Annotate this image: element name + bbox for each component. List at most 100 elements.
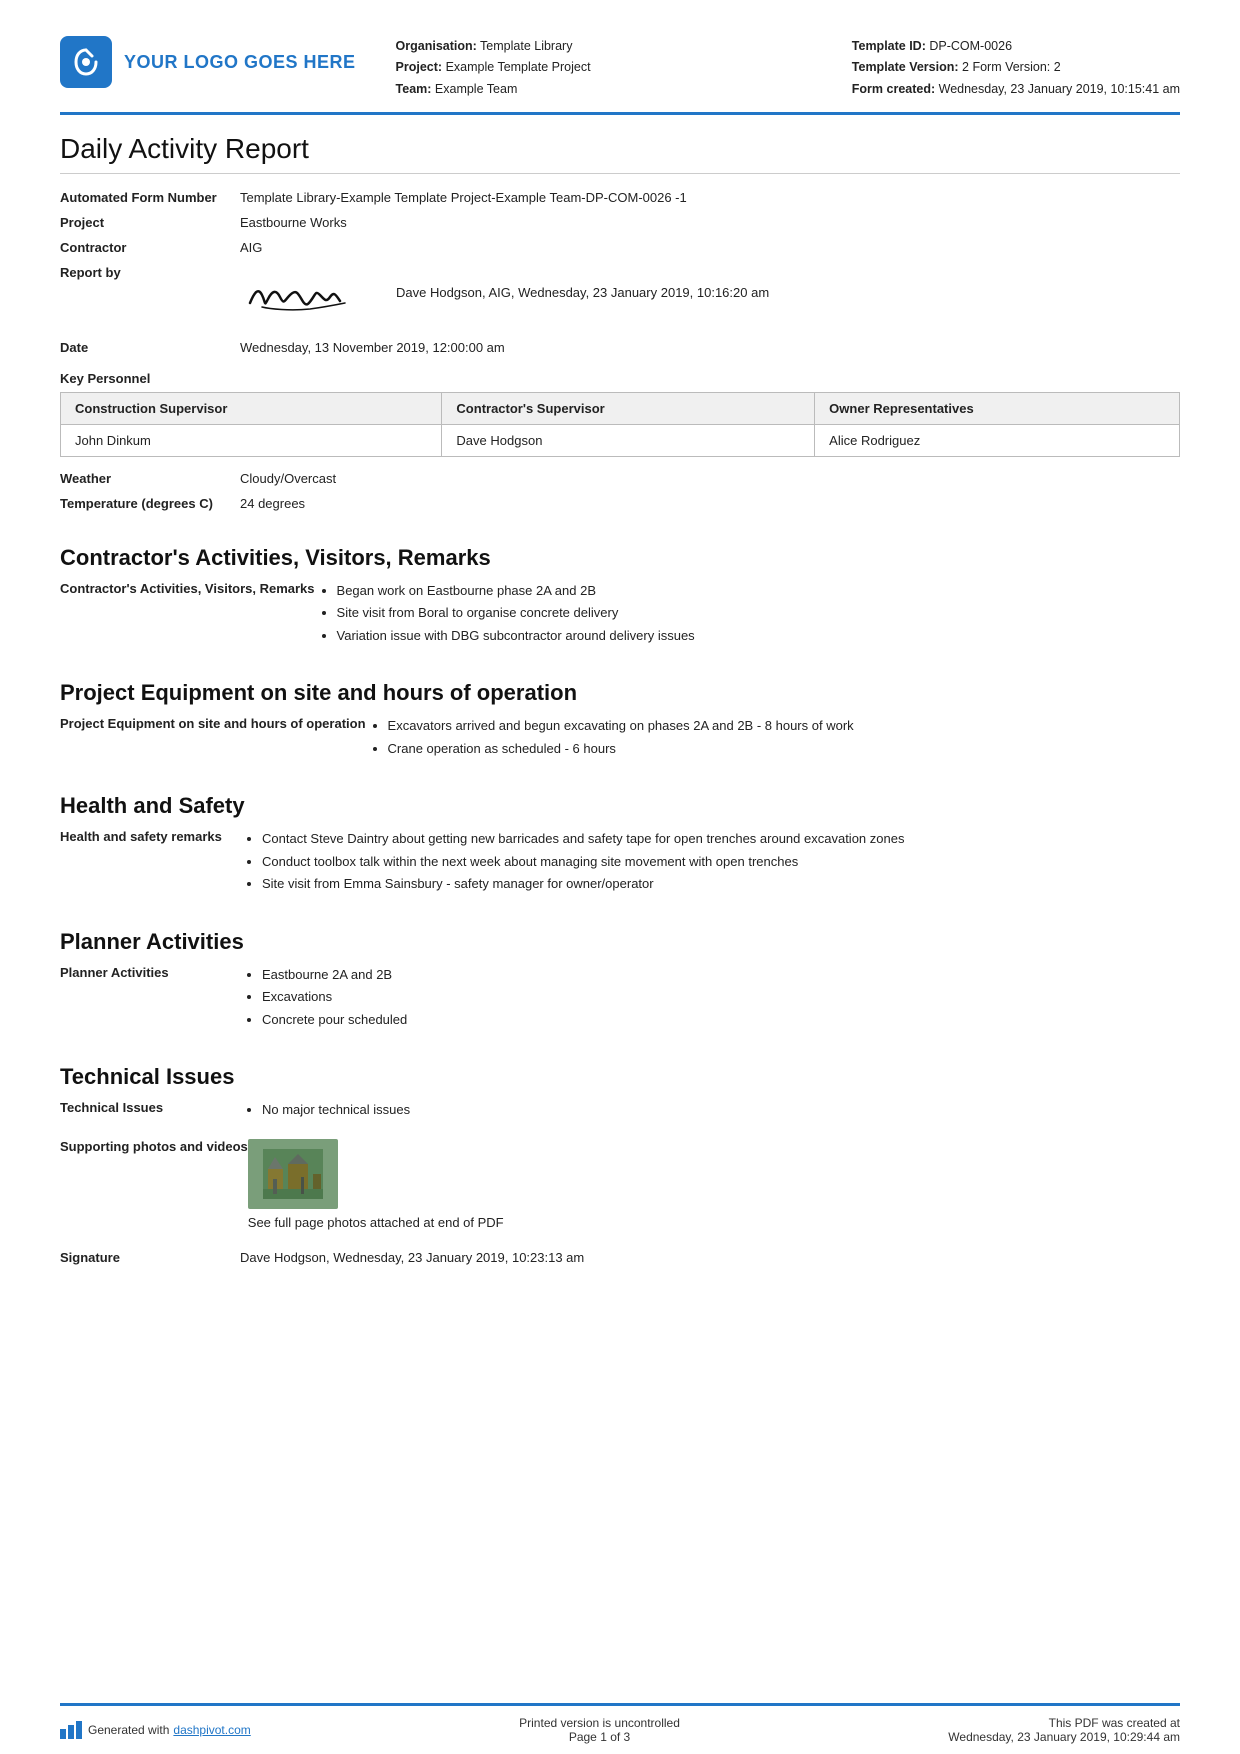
weather-row: Weather Cloudy/Overcast [60,471,1180,486]
template-id-label: Template ID: [852,39,926,53]
supporting-photos-value: See full page photos attached at end of … [248,1139,1180,1230]
logo-text: YOUR LOGO GOES HERE [124,52,356,73]
supporting-photos-caption: See full page photos attached at end of … [248,1215,1180,1230]
personnel-row: John Dinkum Dave Hodgson Alice Rodriguez [61,424,1180,456]
contractors-activities-row: Contractor's Activities, Visitors, Remar… [60,581,1180,649]
page: YOUR LOGO GOES HERE Organisation: Templa… [0,0,1240,1754]
signature-image [240,265,380,320]
footer-center: Printed version is uncontrolled Page 1 o… [519,1716,680,1744]
bar3 [76,1721,82,1739]
construction-supervisor-value: John Dinkum [61,424,442,456]
dashpivot-logo-icon [60,1721,84,1739]
logo-icon [60,36,112,88]
contractor-value: AIG [240,240,1180,255]
header-meta: Organisation: Template Library Project: … [396,36,852,100]
template-id-value: DP-COM-0026 [929,39,1012,53]
list-item: Contact Steve Daintry about getting new … [262,829,1180,849]
signature-value: Dave Hodgson, Wednesday, 23 January 2019… [240,1250,1180,1265]
date-value: Wednesday, 13 November 2019, 12:00:00 am [240,340,1180,355]
list-item: Eastbourne 2A and 2B [262,965,1180,985]
project-equipment-row: Project Equipment on site and hours of o… [60,716,1180,761]
form-created-label: Form created: [852,82,935,96]
project-field-value: Eastbourne Works [240,215,1180,230]
automated-form-number-value: Template Library-Example Template Projec… [240,190,1180,205]
generated-text: Generated with [88,1723,169,1737]
supporting-photos-row: Supporting photos and videos See full pa… [60,1139,1180,1230]
report-by-value: Dave Hodgson, AIG, Wednesday, 23 January… [240,265,1180,320]
footer-right: This PDF was created at Wednesday, 23 Ja… [948,1716,1180,1744]
header: YOUR LOGO GOES HERE Organisation: Templa… [60,36,1180,115]
contractors-activities-list: Began work on Eastbourne phase 2A and 2B… [315,581,1180,649]
report-title: Daily Activity Report [60,133,1180,174]
org-value: Template Library [480,39,572,53]
list-item: Site visit from Boral to organise concre… [337,603,1180,623]
footer: Generated with dashpivot.com Printed ver… [60,1703,1180,1754]
bar2 [68,1725,74,1739]
health-safety-heading: Health and Safety [60,793,1180,819]
project-label: Project: [396,60,443,74]
weather-value: Cloudy/Overcast [240,471,1180,486]
temperature-label: Temperature (degrees C) [60,496,240,511]
team-value: Example Team [435,82,517,96]
pdf-created-date: Wednesday, 23 January 2019, 10:29:44 am [948,1730,1180,1744]
pdf-created-text: This PDF was created at [948,1716,1180,1730]
health-safety-list: Contact Steve Daintry about getting new … [240,829,1180,897]
signature-area: Dave Hodgson, AIG, Wednesday, 23 January… [240,265,1180,320]
list-item: Conduct toolbox talk within the next wee… [262,852,1180,872]
date-row: Date Wednesday, 13 November 2019, 12:00:… [60,340,1180,355]
contractor-row: Contractor AIG [60,240,1180,255]
photo-thumbnail [248,1139,338,1209]
contractors-activities-label: Contractor's Activities, Visitors, Remar… [60,581,315,596]
personnel-table: Construction Supervisor Contractor's Sup… [60,392,1180,457]
list-item: Excavations [262,987,1180,1007]
contractors-activities-heading: Contractor's Activities, Visitors, Remar… [60,545,1180,571]
project-equipment-label: Project Equipment on site and hours of o… [60,716,366,731]
org-label: Organisation: [396,39,477,53]
technical-issues-heading: Technical Issues [60,1064,1180,1090]
technical-issues-row: Technical Issues No major technical issu… [60,1100,1180,1123]
contractors-supervisor-value: Dave Hodgson [442,424,815,456]
team-label: Team: [396,82,432,96]
technical-issues-list: No major technical issues [240,1100,1180,1123]
signature-label: Signature [60,1250,240,1265]
report-by-text: Dave Hodgson, AIG, Wednesday, 23 January… [396,285,769,300]
bar1 [60,1729,66,1739]
health-safety-label: Health and safety remarks [60,829,240,844]
temperature-value: 24 degrees [240,496,1180,511]
list-item: No major technical issues [262,1100,1180,1120]
header-right: Template ID: DP-COM-0026 Template Versio… [852,36,1180,100]
project-value: Example Template Project [446,60,591,74]
page-text: Page 1 of 3 [519,1730,680,1744]
health-safety-row: Health and safety remarks Contact Steve … [60,829,1180,897]
automated-form-number-label: Automated Form Number [60,190,240,205]
report-by-label: Report by [60,265,240,280]
list-item: Concrete pour scheduled [262,1010,1180,1030]
weather-label: Weather [60,471,240,486]
footer-logo: Generated with dashpivot.com [60,1721,251,1739]
signature-row: Signature Dave Hodgson, Wednesday, 23 Ja… [60,1250,1180,1265]
col-owner-representatives: Owner Representatives [815,392,1180,424]
project-equipment-list: Excavators arrived and begun excavating … [366,716,1180,761]
list-item: Began work on Eastbourne phase 2A and 2B [337,581,1180,601]
planner-activities-heading: Planner Activities [60,929,1180,955]
project-row: Project Eastbourne Works [60,215,1180,230]
dashpivot-link[interactable]: dashpivot.com [173,1723,250,1737]
footer-left: Generated with dashpivot.com [60,1721,251,1739]
list-item: Crane operation as scheduled - 6 hours [388,739,1180,759]
list-item: Variation issue with DBG subcontractor a… [337,626,1180,646]
list-item: Excavators arrived and begun excavating … [388,716,1180,736]
planner-activities-row: Planner Activities Eastbourne 2A and 2B … [60,965,1180,1033]
project-field-label: Project [60,215,240,230]
owner-representatives-value: Alice Rodriguez [815,424,1180,456]
key-personnel-label: Key Personnel [60,371,1180,386]
project-equipment-heading: Project Equipment on site and hours of o… [60,680,1180,706]
planner-activities-label: Planner Activities [60,965,240,980]
template-version-value: 2 Form Version: 2 [962,60,1061,74]
template-version-label: Template Version: [852,60,959,74]
col-contractors-supervisor: Contractor's Supervisor [442,392,815,424]
col-construction-supervisor: Construction Supervisor [61,392,442,424]
supporting-photos-label: Supporting photos and videos [60,1139,248,1154]
date-label: Date [60,340,240,355]
temperature-row: Temperature (degrees C) 24 degrees [60,496,1180,511]
report-by-row: Report by Dave Hodgson, AIG, Wednesday, … [60,265,1180,320]
